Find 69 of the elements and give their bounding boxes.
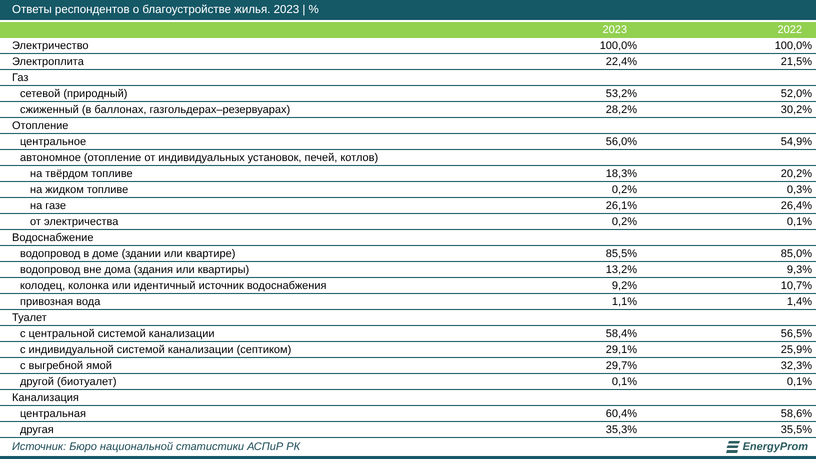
- table-cell: 9,2%: [612, 280, 637, 292]
- row-label: Газ: [12, 72, 28, 84]
- row-label: водопровод в доме (здании или квартире): [19, 248, 236, 260]
- row-label: Электричество: [12, 40, 89, 52]
- table-cell: 85,5%: [606, 248, 637, 260]
- table-cell: 56,5%: [780, 328, 812, 340]
- table-cell: 0,2%: [612, 184, 637, 196]
- row-label: колодец, колонка или идентичный источник водоснабжения: [19, 280, 326, 292]
- table-cell: 10,7%: [780, 280, 812, 292]
- table-cell: 26,4%: [780, 200, 812, 212]
- table-cell: 13,2%: [606, 264, 637, 276]
- table-cell: 58,4%: [606, 328, 637, 340]
- table-cell: 25,9%: [780, 344, 812, 356]
- row-label: привозная вода: [19, 296, 100, 308]
- row-label: Туалет: [12, 312, 47, 324]
- row-label: с центральной системой канализации: [19, 328, 214, 340]
- table-cell: 58,6%: [780, 408, 812, 420]
- table-title: Ответы респондентов о благоустройстве жилья. 2023 | %: [0, 0, 816, 20]
- table-cell: 26,1%: [606, 200, 637, 212]
- row-label: другая: [19, 424, 54, 436]
- table-cell: 32,3%: [780, 360, 812, 372]
- source-note: Источник: Бюро национальной статистики АСПиР РК: [12, 441, 300, 453]
- row-label: сжиженный (в баллонах, газгольдерах–резервуарах): [19, 104, 290, 116]
- table-cell: 22,4%: [606, 56, 637, 68]
- table-cell: 53,2%: [606, 88, 637, 100]
- table-cell: 21,5%: [780, 56, 812, 68]
- table-cell: 18,3%: [606, 168, 637, 180]
- table-cell: 28,2%: [606, 104, 637, 116]
- table-cell: 0,1%: [612, 376, 637, 388]
- row-label: другой (биотуалет): [19, 376, 117, 388]
- row-label: с индивидуальной системой канализации (септиком): [19, 344, 292, 356]
- table-cell: 20,2%: [780, 168, 812, 180]
- table-cell: 29,7%: [606, 360, 637, 372]
- table-cell: 0,1%: [786, 216, 812, 228]
- table-cell: 35,3%: [606, 424, 637, 436]
- row-label: на твёрдом топливе: [29, 168, 133, 180]
- table-cell: 30,2%: [780, 104, 812, 116]
- row-label: сетевой (природный): [19, 88, 128, 100]
- logo-text: EnergyProm: [742, 441, 808, 453]
- row-label: с выгребной ямой: [19, 360, 112, 372]
- table-cell: 100,0%: [774, 40, 812, 52]
- row-label: водопровод вне дома (здания или квартиры): [19, 264, 250, 276]
- logo-icon: [726, 441, 740, 453]
- table-cell: 60,4%: [606, 408, 637, 420]
- table-cell: 0,1%: [786, 376, 812, 388]
- table-cell: 100,0%: [600, 40, 637, 52]
- column-header: 2022: [776, 24, 803, 36]
- table-cell: 56,0%: [606, 136, 637, 148]
- table-cell: 29,1%: [606, 344, 637, 356]
- table-cell: 0,2%: [612, 216, 637, 228]
- table-cell: 85,0%: [780, 248, 812, 260]
- row-label: от электричества: [29, 216, 118, 228]
- table-cell: 1,4%: [786, 296, 812, 308]
- row-label: Канализация: [12, 392, 79, 404]
- row-label: автономное (отопление от индивидуальных установок, печей, котлов): [19, 152, 378, 164]
- table-cell: 9,3%: [786, 264, 812, 276]
- row-label: на жидком топливе: [29, 184, 128, 196]
- row-label: Отопление: [12, 120, 68, 132]
- row-label: Водоснабжение: [12, 232, 94, 244]
- row-label: на газе: [29, 200, 66, 212]
- table-cell: 0,3%: [786, 184, 812, 196]
- table-cell: 1,1%: [612, 296, 637, 308]
- column-header: 2023: [602, 24, 628, 36]
- row-label: центральная: [19, 408, 86, 420]
- table-cell: 54,9%: [780, 136, 812, 148]
- table-cell: 52,0%: [780, 88, 812, 100]
- table-cell: 35,5%: [780, 424, 812, 436]
- row-label: центральное: [19, 136, 86, 148]
- row-label: Электроплита: [12, 56, 84, 68]
